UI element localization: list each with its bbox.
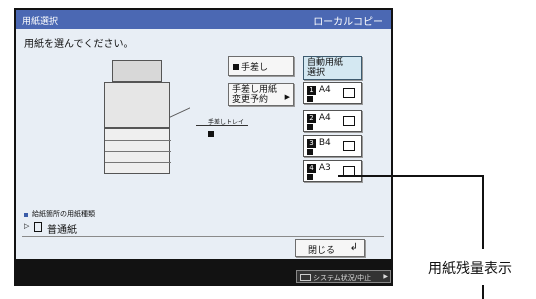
manual-feed-icon bbox=[233, 64, 239, 70]
paper-level-icon bbox=[307, 174, 313, 180]
drawer-line bbox=[105, 162, 171, 163]
manual-reserve-label-1: 手差し用紙 bbox=[232, 85, 278, 95]
paper-orientation-icon bbox=[343, 116, 355, 126]
manual-reserve-label-2: 変更予約 bbox=[232, 95, 269, 105]
drawer-number: 3 bbox=[307, 139, 316, 148]
auto-paper-label-1: 自動用紙 bbox=[307, 58, 344, 68]
copier-drawers bbox=[104, 128, 171, 174]
triangle-right-icon: ▷ bbox=[24, 222, 30, 230]
paper-type-value: 普通紙 bbox=[47, 225, 77, 236]
copier-output-tray bbox=[170, 107, 190, 127]
paper-type-section-label: 給紙箇所の用紙種類 bbox=[32, 210, 95, 218]
instruction-text: 用紙を選んでください。 bbox=[24, 39, 134, 50]
monitor-icon bbox=[300, 274, 311, 281]
main-panel: 用紙を選んでください。 手差しトレイ 手差し 手差し用紙 変更予約 ▶ 自動用紙… bbox=[16, 29, 391, 259]
divider-line bbox=[22, 236, 384, 237]
paper-orientation-icon bbox=[343, 88, 355, 98]
copier-top-unit bbox=[112, 60, 162, 82]
callout-line-horizontal bbox=[338, 175, 483, 177]
callout-label: 用紙残量表示 bbox=[428, 261, 512, 277]
close-button[interactable]: 閉じる ↲ bbox=[295, 239, 365, 257]
close-label: 閉じる bbox=[308, 246, 336, 256]
system-status-button[interactable]: システム状況/中止 ▶ bbox=[296, 270, 391, 283]
drawer-4-button[interactable]: 4 A3 bbox=[303, 160, 362, 182]
drawer-line bbox=[105, 140, 171, 141]
arrow-right-icon: ▶ bbox=[284, 93, 290, 101]
manual-feed-label: 手差し bbox=[241, 63, 269, 73]
system-status-label: システム状況/中止 bbox=[313, 274, 372, 282]
drawer-size: B4 bbox=[318, 138, 331, 148]
drawer-number: 2 bbox=[307, 114, 316, 123]
drawer-size: A4 bbox=[318, 85, 331, 95]
callout-line-tail bbox=[482, 285, 484, 299]
mode-label: ローカルコピー bbox=[313, 17, 383, 28]
manual-feed-button[interactable]: 手差し bbox=[228, 56, 294, 76]
drawer-3-button[interactable]: 3 B4 bbox=[303, 135, 362, 157]
enter-icon: ↲ bbox=[349, 242, 358, 253]
copier-body bbox=[104, 82, 170, 128]
section-bullet-icon bbox=[24, 213, 28, 217]
auto-paper-select-button[interactable]: 自動用紙 選択 bbox=[303, 56, 362, 80]
callout-line-vertical bbox=[482, 175, 484, 249]
drawer-size: A4 bbox=[318, 113, 331, 123]
drawer-1-button[interactable]: 1 A4 bbox=[303, 82, 362, 104]
manual-reserve-button[interactable]: 手差し用紙 変更予約 ▶ bbox=[228, 83, 294, 106]
tray-icon bbox=[208, 131, 214, 137]
drawer-number: 1 bbox=[307, 86, 316, 95]
paper-level-icon bbox=[307, 124, 313, 130]
drawer-line bbox=[105, 151, 171, 152]
window-title: 用紙選択 bbox=[22, 17, 59, 27]
paper-icon bbox=[34, 222, 42, 232]
tray-pointer-line bbox=[196, 125, 248, 126]
paper-level-icon bbox=[307, 149, 313, 155]
title-bar: 用紙選択 ローカルコピー bbox=[16, 10, 391, 29]
drawer-2-button[interactable]: 2 A4 bbox=[303, 110, 362, 132]
drawer-size: A3 bbox=[318, 163, 331, 173]
paper-orientation-icon bbox=[343, 141, 355, 151]
drawer-number: 4 bbox=[307, 164, 316, 173]
paper-level-icon bbox=[307, 96, 313, 102]
auto-paper-label-2: 選択 bbox=[307, 68, 326, 78]
arrow-right-icon: ▶ bbox=[383, 273, 388, 280]
copier-illustration bbox=[104, 60, 190, 210]
